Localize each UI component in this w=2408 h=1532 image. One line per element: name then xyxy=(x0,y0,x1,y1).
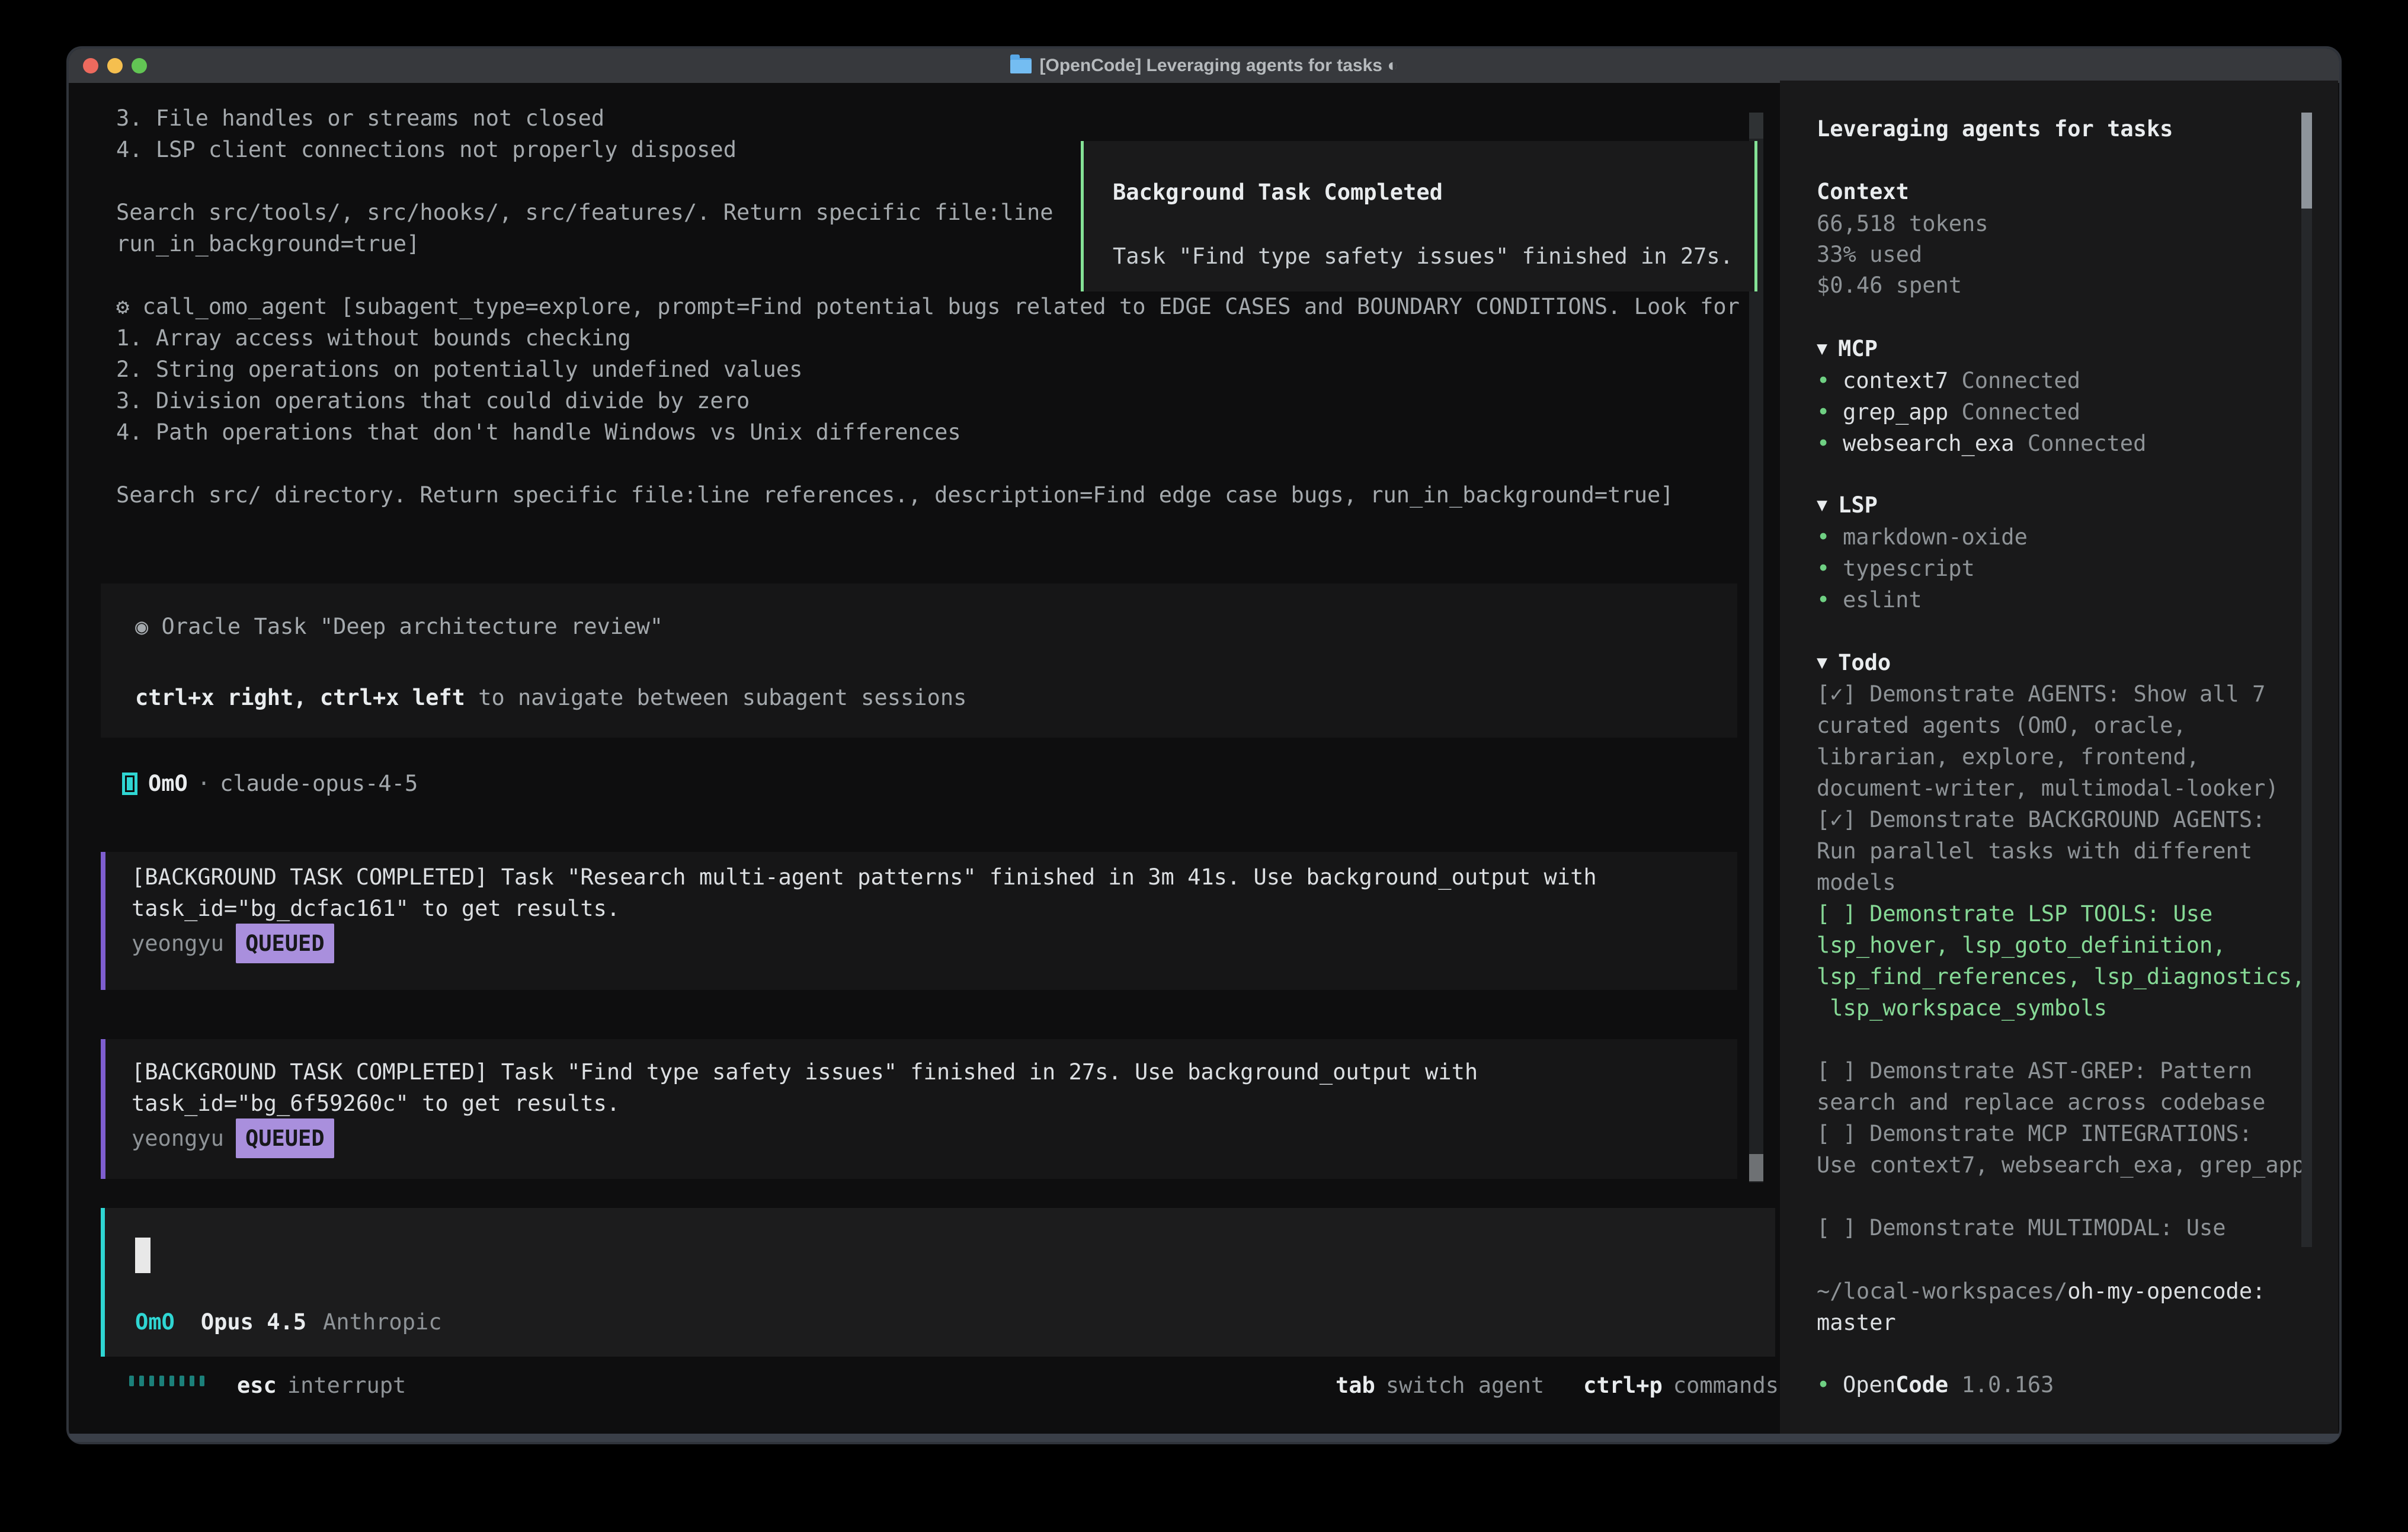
composer-model[interactable]: Opus 4.5 xyxy=(201,1306,306,1338)
mcp-name: websearch_exa xyxy=(1843,431,2015,456)
lsp-section-header[interactable]: ▼ LSP xyxy=(1817,489,1878,521)
todo-done-items: [✓] Demonstrate AGENTS: Show all 7 curat… xyxy=(1817,678,2326,898)
close-button[interactable] xyxy=(83,58,98,73)
workspace-path-prefix: ~/local-workspaces/ xyxy=(1817,1278,2067,1304)
task2-line1: [BACKGROUND TASK COMPLETED] Task "Find t… xyxy=(132,1056,1478,1088)
composer-provider: Anthropic xyxy=(323,1306,441,1338)
mcp-status: Connected xyxy=(1962,368,2080,393)
ctrlp-action-label: commands xyxy=(1673,1370,1779,1401)
minimize-button[interactable] xyxy=(107,58,123,73)
status-dot-icon: • xyxy=(1817,428,1843,459)
esc-hint: esc interrupt xyxy=(237,1370,406,1401)
ctrlp-key-label: ctrl+p xyxy=(1583,1370,1663,1401)
task1-line2: task_id="bg_dcfac161" to get results. xyxy=(132,893,620,924)
oracle-shortcut-rest: to navigate between subagent sessions xyxy=(465,685,966,710)
task2-line2: task_id="bg_6f59260c" to get results. xyxy=(132,1088,620,1119)
esc-action-label: interrupt xyxy=(287,1370,406,1401)
agent-square-icon xyxy=(122,773,137,795)
folder-icon xyxy=(1010,58,1032,73)
task2-user: yeongyu xyxy=(132,1123,224,1154)
session-agent: OmO xyxy=(148,768,188,799)
mcp-list: •context7 Connected •grep_app Connected … xyxy=(1817,365,2146,459)
oracle-task-card: ◉ Oracle Task "Deep architecture review"… xyxy=(101,584,1737,738)
version-row: •OpenCode 1.0.163 xyxy=(1817,1369,2054,1400)
task2-meta: yeongyu QUEUED xyxy=(132,1118,334,1158)
workspace-path: ~/local-workspaces/oh-my-opencode: xyxy=(1817,1275,2265,1307)
mcp-item: •grep_app Connected xyxy=(1817,396,2146,428)
status-dot-icon: • xyxy=(1817,1369,1843,1400)
session-separator: · xyxy=(197,768,210,799)
status-dot-icon: • xyxy=(1817,553,1843,584)
app-name-regular: Open xyxy=(1843,1372,1895,1398)
mcp-name: context7 xyxy=(1843,368,1948,393)
session-header: OmO · claude-opus-4-5 xyxy=(122,768,418,799)
task1-user: yeongyu xyxy=(132,928,224,959)
sidebar-scrollbar-thumb[interactable] xyxy=(2301,113,2312,209)
lsp-item: •eslint xyxy=(1817,584,2028,616)
window-bottom-edge xyxy=(69,1434,2339,1442)
mcp-header-label: MCP xyxy=(1838,333,1878,364)
app-version: 1.0.163 xyxy=(1962,1372,2054,1398)
mcp-item: •context7 Connected xyxy=(1817,365,2146,396)
context-stats: 66,518 tokens 33% used $0.46 spent xyxy=(1817,209,1988,301)
oracle-shortcut-keys: ctrl+x right, ctrl+x left xyxy=(135,685,465,710)
sidebar-scrollbar-track[interactable] xyxy=(2301,113,2312,1247)
todo-header-label: Todo xyxy=(1838,647,1891,678)
todo-pending-items: [ ] Demonstrate AST-GREP: Pattern search… xyxy=(1817,1055,2338,1243)
lsp-name: markdown-oxide xyxy=(1843,524,2028,550)
working-spinner-dots xyxy=(129,1376,204,1386)
mcp-status: Connected xyxy=(2028,431,2146,456)
sidebar-session-title: Leveraging agents for tasks xyxy=(1817,113,2173,145)
toast-body: Task "Find type safety issues" finished … xyxy=(1113,241,1733,272)
workspace-repo: oh-my-opencode: xyxy=(2067,1278,2265,1304)
title-bar[interactable]: [OpenCode] Leveraging agents for tasks ◐ xyxy=(69,49,2339,83)
lsp-item: •typescript xyxy=(1817,553,2028,584)
todo-section-header[interactable]: ▼ Todo xyxy=(1817,647,1891,678)
workspace-branch: master xyxy=(1817,1307,1896,1338)
oracle-task-header: ◉ Oracle Task "Deep architecture review" xyxy=(135,611,663,642)
status-dot-icon: • xyxy=(1817,396,1843,428)
lsp-list: •markdown-oxide •typescript •eslint xyxy=(1817,521,2028,616)
mcp-item: •websearch_exa Connected xyxy=(1817,428,2146,459)
status-dot-icon: • xyxy=(1817,365,1843,396)
chevron-down-icon: ▼ xyxy=(1817,652,1827,673)
oracle-shortcut-hint: ctrl+x right, ctrl+x left to navigate be… xyxy=(135,682,966,713)
window-title-group: [OpenCode] Leveraging agents for tasks ◐ xyxy=(1010,56,1398,76)
chevron-down-icon: ▼ xyxy=(1817,338,1827,359)
task1-line1: [BACKGROUND TASK COMPLETED] Task "Resear… xyxy=(132,861,1597,893)
status-dot-icon: • xyxy=(1817,521,1843,553)
chevron-down-icon: ▼ xyxy=(1817,495,1827,515)
tab-key-label: tab xyxy=(1336,1370,1375,1401)
esc-key-label: esc xyxy=(237,1370,277,1401)
lsp-name: eslint xyxy=(1843,587,1922,613)
lsp-name: typescript xyxy=(1843,556,1975,581)
mcp-status: Connected xyxy=(1962,399,2080,425)
task2-status-badge: QUEUED xyxy=(236,1118,334,1158)
task-card-research[interactable]: [BACKGROUND TASK COMPLETED] Task "Resear… xyxy=(101,852,1737,990)
status-dot-icon: • xyxy=(1817,584,1843,616)
context-header: Context xyxy=(1817,176,1909,207)
tab-action-label: switch agent xyxy=(1386,1370,1544,1401)
app-name-bold: Code xyxy=(1895,1372,1948,1398)
lsp-item: •markdown-oxide xyxy=(1817,521,2028,553)
composer-agent[interactable]: OmO xyxy=(135,1306,175,1338)
composer-model-row: OmO Opus 4.5 Anthropic xyxy=(135,1306,442,1338)
statusbar-right: tab switch agent ctrl+p commands xyxy=(1336,1370,1779,1401)
main-scrollbar-thumb[interactable] xyxy=(1749,1154,1763,1181)
background-task-toast[interactable]: Background Task Completed Task "Find typ… xyxy=(1081,141,1757,291)
zoom-button[interactable] xyxy=(132,58,147,73)
window-title: [OpenCode] Leveraging agents for tasks ◐ xyxy=(1040,56,1398,76)
lsp-header-label: LSP xyxy=(1838,489,1878,521)
toast-title: Background Task Completed xyxy=(1113,177,1443,208)
text-cursor xyxy=(135,1238,150,1273)
desktop: { "window": { "title": "[OpenCode] Lever… xyxy=(0,0,2408,1532)
mcp-section-header[interactable]: ▼ MCP xyxy=(1817,333,1878,364)
mcp-name: grep_app xyxy=(1843,399,1948,425)
todo-active-item: [ ] Demonstrate LSP TOOLS: Use lsp_hover… xyxy=(1817,898,2338,1024)
task1-status-badge: QUEUED xyxy=(236,924,334,963)
task-card-typesafety[interactable]: [BACKGROUND TASK COMPLETED] Task "Find t… xyxy=(101,1039,1737,1179)
task1-meta: yeongyu QUEUED xyxy=(132,924,334,963)
session-model: claude-opus-4-5 xyxy=(220,768,418,799)
